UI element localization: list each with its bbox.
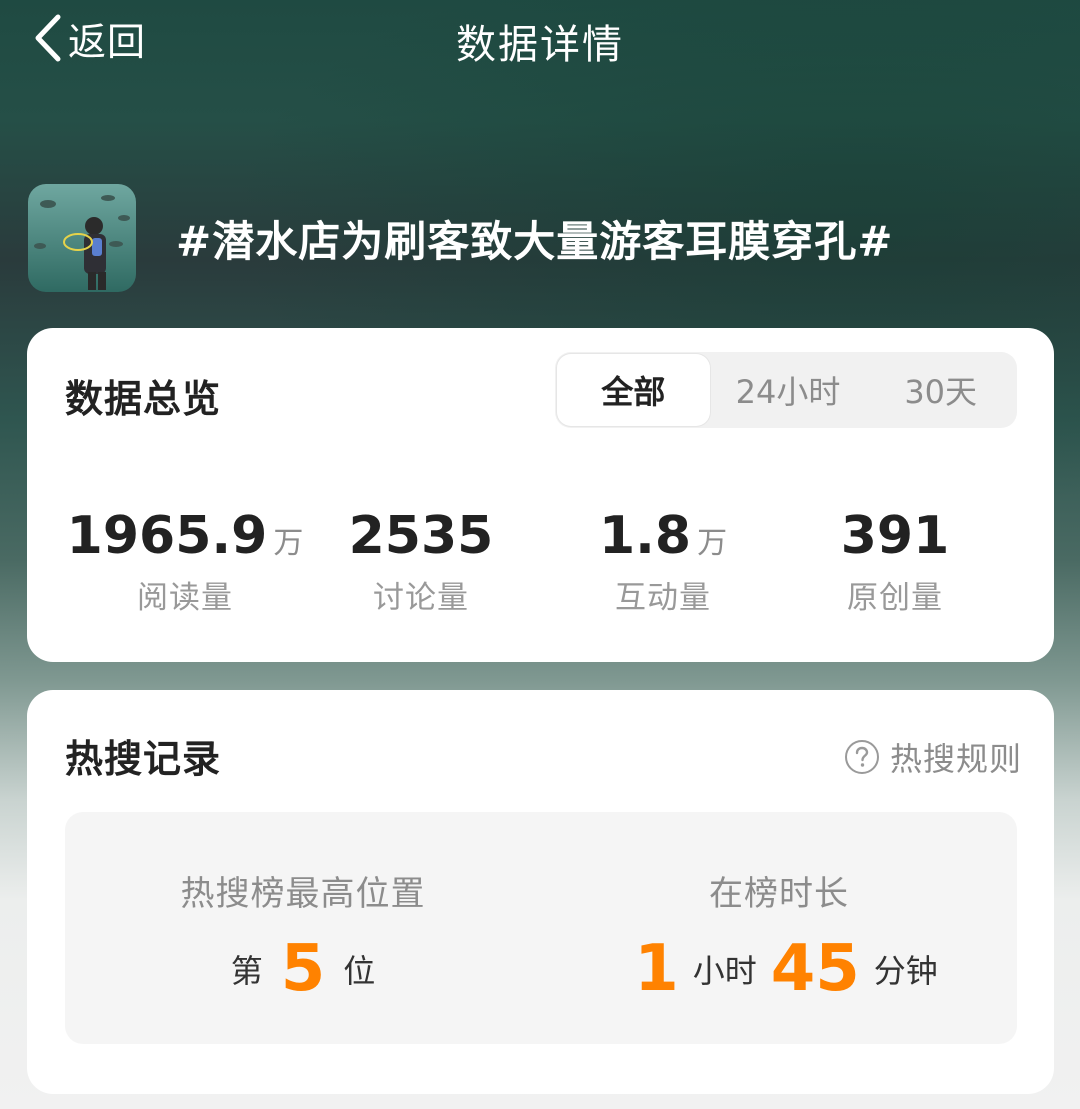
duration-label: 在榜时长 [709, 874, 849, 914]
stat-reads-unit: 万 [273, 526, 304, 561]
hot-search-title: 热搜记录 [65, 737, 222, 781]
topic-title: #潜水店为刷客致大量游客耳膜穿孔# [176, 216, 894, 266]
tab-all[interactable]: 全部 [557, 354, 710, 426]
question-circle-icon [844, 740, 879, 774]
best-position: 热搜榜最高位置 第5位 [65, 812, 541, 1044]
tab-30d[interactable]: 30天 [864, 352, 1017, 428]
hot-search-card: 热搜记录 热搜规则 热搜榜最高位置 第5位 在榜时长 1 小时 45 分钟 [27, 690, 1054, 1094]
best-position-value-row: 第5位 [65, 932, 541, 1006]
stat-discussions-label: 讨论量 [373, 580, 469, 616]
topic-header: #潜水店为刷客致大量游客耳膜穿孔# [28, 184, 1058, 292]
stat-interactions: 1.8 万 互动量 [543, 506, 783, 617]
best-position-prefix: 第 [230, 952, 263, 990]
stat-interactions-label: 互动量 [615, 580, 711, 616]
overview-title: 数据总览 [65, 377, 222, 421]
topic-thumbnail [28, 184, 136, 292]
page-title: 数据详情 [456, 22, 624, 68]
duration-minutes-unit: 分钟 [873, 952, 938, 990]
hot-search-rules-link[interactable]: 热搜规则 [844, 734, 1022, 780]
stat-discussions-value: 2535 [348, 506, 494, 566]
stats-row: 1965.9 万 阅读量 2535 讨论量 1.8 万 互动量 391 原创量 [27, 506, 1054, 616]
top-bar: 返回 数据详情 [0, 0, 1080, 80]
duration-hours: 1 [634, 932, 679, 1006]
stat-originals: 391 原创量 [775, 506, 1015, 617]
best-position-label: 热搜榜最高位置 [180, 874, 426, 914]
hot-search-stats-box: 热搜榜最高位置 第5位 在榜时长 1 小时 45 分钟 [65, 812, 1017, 1044]
time-range-tabs: 全部 24小时 30天 [555, 352, 1017, 428]
stat-originals-label: 原创量 [847, 580, 943, 616]
stat-reads-label: 阅读量 [137, 580, 233, 616]
tab-24h[interactable]: 24小时 [712, 352, 865, 428]
duration-value-row: 1 小时 45 分钟 [541, 932, 1017, 1006]
duration-minutes: 45 [770, 932, 860, 1006]
stat-reads-value: 1965.9 [66, 506, 268, 566]
overview-card: 数据总览 全部 24小时 30天 1965.9 万 阅读量 2535 讨论量 1.… [27, 328, 1054, 662]
best-position-value: 5 [280, 932, 326, 1006]
stat-originals-value: 391 [840, 506, 950, 566]
stat-reads: 1965.9 万 阅读量 [65, 506, 305, 617]
duration-hours-unit: 小时 [692, 952, 757, 990]
stat-discussions: 2535 讨论量 [301, 506, 541, 617]
on-list-duration: 在榜时长 1 小时 45 分钟 [541, 812, 1017, 1044]
diver-thumbnail-image [28, 184, 136, 292]
best-position-suffix: 位 [343, 952, 376, 990]
stat-interactions-value: 1.8 [598, 506, 692, 566]
stat-interactions-unit: 万 [697, 526, 728, 561]
hot-search-rules-label: 热搜规则 [889, 740, 1022, 778]
